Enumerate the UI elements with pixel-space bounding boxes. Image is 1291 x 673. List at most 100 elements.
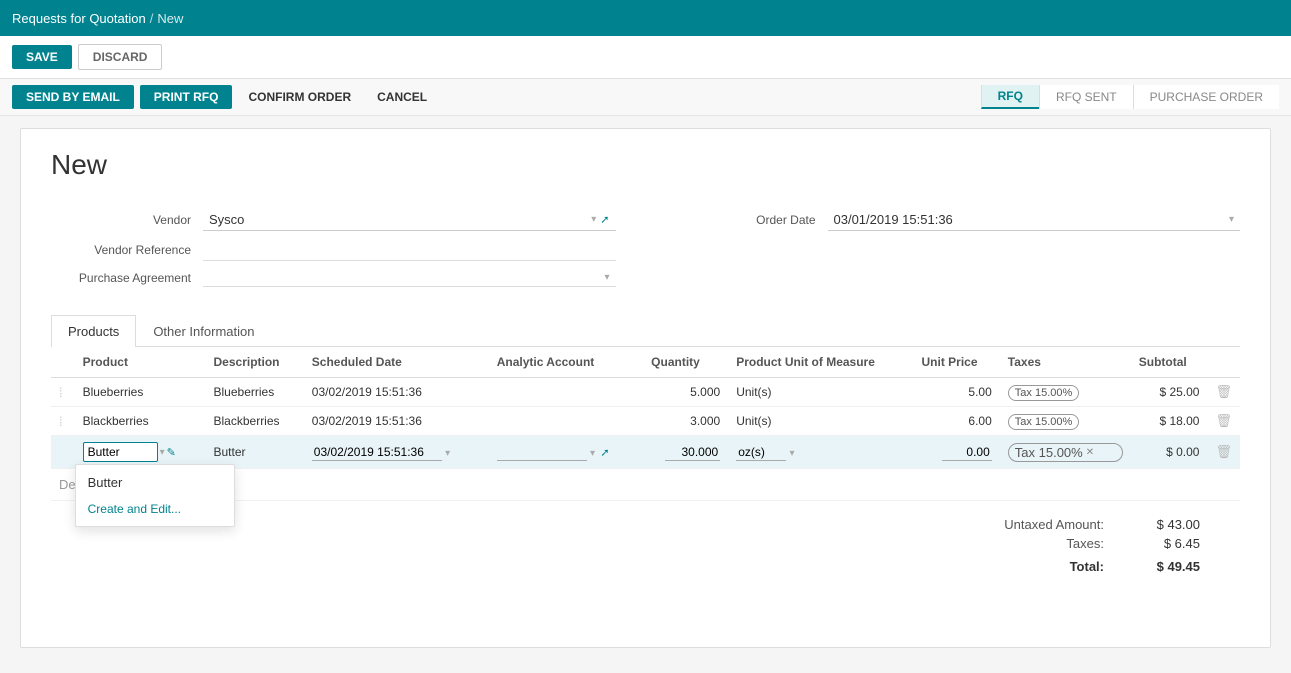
save-button[interactable]: SAVE [12,45,72,69]
edit-product-icon[interactable]: ✎ [167,446,176,459]
th-taxes: Taxes [1000,347,1131,378]
description-cell[interactable]: Blueberries [206,378,304,407]
product-dropdown-arrow: ▾ [160,447,165,458]
scheduled-date-cell[interactable]: ▾ [304,436,489,469]
quantity-cell[interactable] [643,436,728,469]
vendor-field-row: Vendor Sysco ▾ ➚ [51,209,616,231]
drag-handle-cell[interactable] [51,436,75,469]
th-quantity: Quantity [643,347,728,378]
quantity-cell[interactable]: 3.000 [643,407,728,436]
taxes-row: Taxes: $ 6.45 [900,536,1200,551]
untaxed-label: Untaxed Amount: [900,517,1104,532]
taxes-label: Taxes: [900,536,1104,551]
uom-cell[interactable]: ▾ [728,436,913,469]
product-input[interactable] [83,442,158,462]
th-actions [1207,347,1240,378]
vendor-external-link-icon[interactable]: ➚ [600,213,609,226]
document-title: New [51,149,1240,181]
purchase-agreement-input[interactable]: ▾ [203,269,616,287]
th-unit-of-measure: Product Unit of Measure [728,347,913,378]
dropdown-item-butter[interactable]: Butter [76,469,234,496]
drag-handle-icon: ⁞ [59,385,63,400]
breadcrumb-link[interactable]: Requests for Quotation [12,11,146,26]
order-date-label: Order Date [676,213,816,227]
products-table: Product Description Scheduled Date Analy… [51,347,1240,501]
status-purchase-order[interactable]: PURCHASE ORDER [1133,85,1279,109]
status-rfq[interactable]: RFQ [981,85,1039,109]
th-scheduled-date: Scheduled Date [304,347,489,378]
drag-handle-cell[interactable]: ⁞ [51,407,75,436]
products-tab-content: Product Description Scheduled Date Analy… [51,347,1240,578]
note-label: De [59,477,76,492]
taxes-cell[interactable]: Tax 15.00% [1000,407,1131,436]
table-row: ⁞ Blueberries Blueberries 03/02/2019 15:… [51,378,1240,407]
unit-price-cell[interactable]: 6.00 [914,407,1000,436]
cancel-button[interactable]: CANCEL [367,85,437,109]
dropdown-item-create-edit[interactable]: Create and Edit... [76,496,234,522]
analytic-account-input[interactable] [497,444,587,461]
scheduled-date-cell[interactable]: 03/02/2019 15:51:36 [304,378,489,407]
breadcrumb: Requests for Quotation / New [12,11,183,26]
vendor-reference-label: Vendor Reference [51,243,191,257]
toolbar: SEND BY EMAIL PRINT RFQ CONFIRM ORDER CA… [0,79,1291,116]
confirm-order-button[interactable]: CONFIRM ORDER [238,85,361,109]
purchase-agreement-label: Purchase Agreement [51,271,191,285]
delete-cell[interactable]: 🗑 [1207,436,1240,469]
scheduled-date-input[interactable] [312,444,442,461]
product-cell[interactable]: Blueberries [75,378,206,407]
print-rfq-button[interactable]: PRINT RFQ [140,85,233,109]
vendor-input[interactable]: Sysco ▾ ➚ [203,209,616,231]
top-nav: Requests for Quotation / New [0,0,1291,36]
uom-input[interactable] [736,444,786,461]
analytic-external-link-icon[interactable]: ➚ [600,447,609,459]
order-date-input[interactable]: 03/01/2019 15:51:36 ▾ [828,209,1241,231]
vendor-reference-field-row: Vendor Reference [51,239,616,261]
unit-price-cell[interactable] [914,436,1000,469]
tab-other-information[interactable]: Other Information [136,315,271,347]
tax-badge: Tax 15.00% [1008,414,1079,430]
unit-price-cell[interactable]: 5.00 [914,378,1000,407]
delete-cell[interactable]: 🗑 [1207,407,1240,436]
subtotal-cell: $ 25.00 [1131,378,1208,407]
th-subtotal: Subtotal [1131,347,1208,378]
product-cell[interactable]: Blackberries [75,407,206,436]
delete-icon[interactable]: 🗑 [1215,384,1232,399]
uom-cell[interactable]: Unit(s) [728,407,913,436]
th-unit-price: Unit Price [914,347,1000,378]
vendor-dropdown-arrow: ▾ [591,214,596,225]
table-header-row: Product Description Scheduled Date Analy… [51,347,1240,378]
product-cell[interactable]: ▾ ✎ Butter Create and Edit... [75,436,206,469]
tax-badge-with-x: Tax 15.00% ✕ [1008,443,1123,462]
description-cell[interactable]: Blackberries [206,407,304,436]
status-rfq-sent[interactable]: RFQ SENT [1039,85,1133,109]
delete-icon[interactable]: 🗑 [1215,413,1232,428]
drag-handle-cell[interactable]: ⁞ [51,378,75,407]
grand-total-row: Total: $ 49.45 [900,559,1200,574]
unit-price-input[interactable] [942,444,992,461]
form-section: Vendor Sysco ▾ ➚ Vendor Reference Purcha… [51,209,1240,295]
scheduled-date-cell[interactable]: 03/02/2019 15:51:36 [304,407,489,436]
breadcrumb-separator: / [150,11,154,26]
send-by-email-button[interactable]: SEND BY EMAIL [12,85,134,109]
order-date-field-row: Order Date 03/01/2019 15:51:36 ▾ [676,209,1241,231]
analytic-account-cell[interactable] [489,378,643,407]
taxes-cell[interactable]: Tax 15.00% ✕ [1000,436,1131,469]
quantity-cell[interactable]: 5.000 [643,378,728,407]
analytic-account-cell[interactable]: ▾ ➚ [489,436,643,469]
tax-remove-icon[interactable]: ✕ [1086,447,1094,458]
purchase-agreement-dropdown-arrow: ▾ [604,272,609,283]
discard-button[interactable]: DISCARD [78,44,163,70]
tax-badge: Tax 15.00% [1008,385,1079,401]
date-dropdown-arrow: ▾ [445,448,450,459]
quantity-input[interactable] [665,444,720,461]
vendor-label: Vendor [51,213,191,227]
taxes-cell[interactable]: Tax 15.00% [1000,378,1131,407]
vendor-reference-input[interactable] [203,239,616,261]
taxes-value: $ 6.45 [1120,536,1200,551]
delete-cell[interactable]: 🗑 [1207,378,1240,407]
delete-icon[interactable]: 🗑 [1215,444,1232,459]
product-dropdown-popup: Butter Create and Edit... [75,464,235,527]
tab-products[interactable]: Products [51,315,136,347]
analytic-account-cell[interactable] [489,407,643,436]
uom-cell[interactable]: Unit(s) [728,378,913,407]
